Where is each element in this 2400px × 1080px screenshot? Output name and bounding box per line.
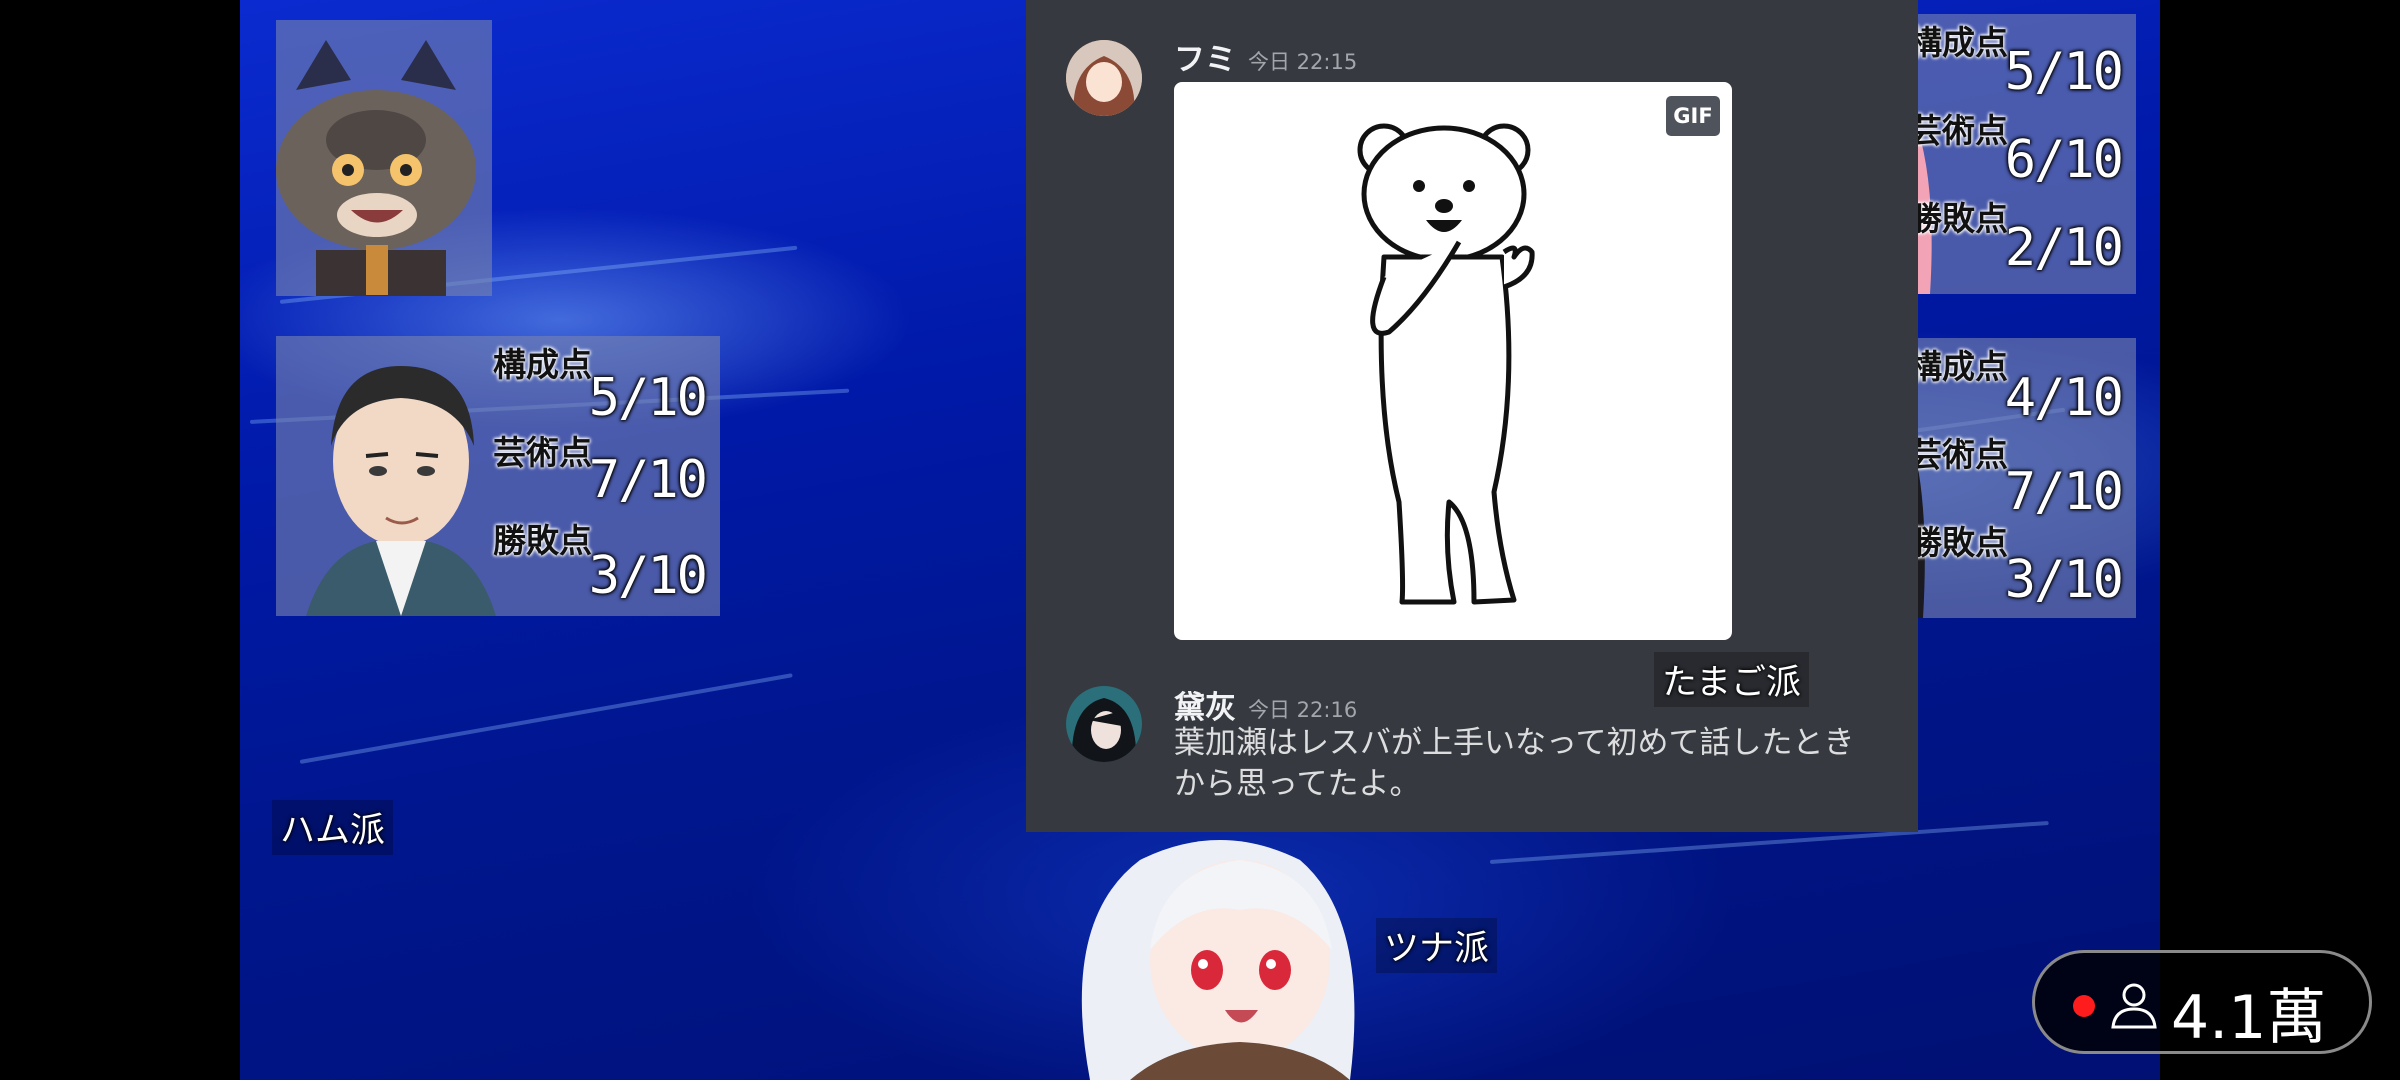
avatar[interactable] <box>1066 686 1142 762</box>
message-text: 葉加瀬はレスバが上手いなって初めて話したときから思ってたよ。 <box>1174 725 1855 802</box>
host-portrait <box>306 366 496 616</box>
message-author[interactable]: フミ <box>1174 34 1236 79</box>
score-label-art: 芸術点 <box>493 433 592 472</box>
score-value-composition: 5/10 <box>588 368 708 428</box>
viewer-count: 4.1萬 <box>2171 983 2327 1053</box>
gif-attachment[interactable]: GIF <box>1174 82 1732 640</box>
message-timestamp: 今日 22:15 <box>1248 50 1358 74</box>
live-dot <box>2073 995 2095 1017</box>
viewer-count-badge[interactable]: 4.1萬 <box>2032 950 2372 1054</box>
host-scores: 構成点 5/10 芸術点 7/10 勝敗点 3/10 <box>492 336 712 616</box>
stream-stage: 構成点 5/10 芸術点 7/10 勝敗点 3/10 構成点 5/10 芸術点 … <box>240 0 2160 1080</box>
black-scores: 構成点 4/10 芸術点 7/10 勝敗点 3/10 <box>1908 338 2128 618</box>
message-timestamp: 今日 22:16 <box>1248 698 1358 722</box>
score-label-result: 勝敗点 <box>1909 199 2008 238</box>
user-avatar-icon <box>1066 686 1142 762</box>
score-label-art: 芸術点 <box>1909 435 2008 474</box>
top-left-avatar-panel <box>276 20 492 296</box>
score-value-composition: 4/10 <box>2004 368 2124 428</box>
viewer-person-icon <box>2111 983 2157 1029</box>
score-label-art: 芸術点 <box>1909 111 2008 150</box>
score-value-art: 6/10 <box>2004 130 2124 190</box>
bear-gif-image <box>1357 123 1535 605</box>
gif-badge: GIF <box>1666 96 1720 136</box>
score-label-composition: 構成点 <box>1909 347 2008 386</box>
faction-label-ham: ハム派 <box>272 800 394 855</box>
score-value-result: 3/10 <box>2004 550 2124 610</box>
avatar[interactable] <box>1066 40 1142 116</box>
score-label-composition: 構成点 <box>493 345 592 384</box>
score-label-result: 勝敗点 <box>1909 523 2008 562</box>
faction-label-tuna: ツナ派 <box>1376 918 1498 973</box>
score-label-composition: 構成点 <box>1909 23 2008 62</box>
chat-panel: フミ 今日 22:15 GIF 黛灰 今日 22:16 葉加瀬はレスバが上手いな… <box>1026 0 1918 832</box>
score-label-result: 勝敗点 <box>493 521 592 560</box>
left-host-score-panel: 構成点 5/10 芸術点 7/10 勝敗点 3/10 <box>276 336 720 616</box>
message-author[interactable]: 黛灰 <box>1174 682 1236 727</box>
bg-streak <box>299 673 793 764</box>
creature-avatar <box>276 40 476 296</box>
score-value-composition: 5/10 <box>2004 42 2124 102</box>
pink-scores: 構成点 5/10 芸術点 6/10 勝敗点 2/10 <box>1908 14 2128 294</box>
score-value-result: 2/10 <box>2004 218 2124 278</box>
score-value-art: 7/10 <box>588 450 708 510</box>
user-avatar-icon <box>1066 40 1142 116</box>
faction-label-tamago: たまご派 <box>1654 652 1809 707</box>
score-value-result: 3/10 <box>588 546 708 606</box>
score-value-art: 7/10 <box>2004 462 2124 522</box>
